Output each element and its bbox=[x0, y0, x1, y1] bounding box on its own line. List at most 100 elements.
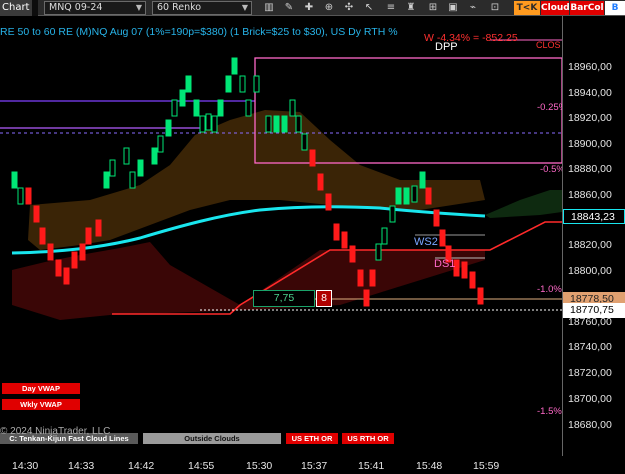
camera-icon[interactable]: ▣ bbox=[446, 2, 460, 14]
renko-up-brick bbox=[225, 75, 232, 93]
chart-title: RE 50 to 60 RE (M)NQ Aug 07 (1%=190p=$38… bbox=[0, 26, 398, 38]
crosshair-icon[interactable]: ✚ bbox=[302, 2, 316, 14]
price-tick-label: 18740,00 bbox=[568, 341, 612, 353]
renko-up-brick bbox=[411, 185, 418, 203]
price-tick-label: 18700,00 bbox=[568, 393, 612, 405]
renko-down-brick bbox=[317, 173, 324, 191]
renko-up-brick bbox=[165, 119, 172, 137]
tk-toggle-button[interactable]: T<K bbox=[514, 1, 540, 15]
renko-down-brick bbox=[63, 267, 70, 285]
chart-toolbar: Chart MNQ 09-24 ▼ 60 Renko ▼ ▥ ✎ ✚ ⊕ ✣ ↖… bbox=[0, 0, 625, 27]
bvw-toggle-button[interactable]: B VW bbox=[605, 1, 625, 27]
cloud-green bbox=[485, 190, 562, 218]
renko-up-brick bbox=[375, 243, 382, 261]
toolbar-separator bbox=[32, 0, 38, 16]
renko-up-brick bbox=[295, 115, 302, 133]
renko-up-brick bbox=[103, 171, 110, 189]
chart-tab-label[interactable]: Chart bbox=[0, 0, 32, 16]
day-vwap-button[interactable]: Day VWAP bbox=[2, 383, 80, 394]
renko-down-brick bbox=[333, 223, 340, 241]
ws2-label: WS2 bbox=[414, 236, 438, 248]
copyright-text: © 2024 NinjaTrader, LLC bbox=[0, 426, 111, 437]
price-chart[interactable] bbox=[0, 16, 562, 456]
zoom-icon[interactable]: ⊕ bbox=[322, 2, 336, 14]
time-tick-label: 15:37 bbox=[301, 460, 328, 472]
renko-up-brick bbox=[419, 171, 426, 189]
renko-down-brick bbox=[369, 269, 376, 287]
price-tick-label: 18720,00 bbox=[568, 367, 612, 379]
renko-up-brick bbox=[265, 115, 272, 133]
renko-up-brick bbox=[171, 99, 178, 117]
magnet-icon[interactable]: ✣ bbox=[342, 2, 356, 14]
strategy-icon[interactable]: ♜ bbox=[404, 2, 418, 14]
renko-down-brick bbox=[357, 269, 364, 287]
renko-down-brick bbox=[477, 287, 484, 305]
renko-up-brick bbox=[157, 135, 164, 153]
renko-down-brick bbox=[95, 219, 102, 237]
time-tick-label: 14:33 bbox=[68, 460, 95, 472]
draw-icon[interactable]: ✎ bbox=[282, 2, 296, 14]
renko-up-brick bbox=[199, 115, 206, 133]
price-tick-label: 18820,00 bbox=[568, 239, 612, 251]
last-price-marker: 18770,75 bbox=[563, 303, 625, 318]
renko-up-brick bbox=[253, 75, 260, 93]
renko-down-brick bbox=[39, 227, 46, 245]
price-tick-label: 18960,00 bbox=[568, 61, 612, 73]
renko-up-brick bbox=[381, 227, 388, 245]
renko-up-brick bbox=[11, 171, 18, 189]
clos-label: CLOS bbox=[536, 40, 561, 50]
renko-down-brick bbox=[309, 149, 316, 167]
timeframe-icon[interactable]: ⊞ bbox=[426, 2, 440, 14]
renko-down-brick bbox=[71, 251, 78, 269]
renko-up-brick bbox=[109, 159, 116, 177]
renko-down-brick bbox=[439, 229, 446, 247]
renko-up-brick bbox=[185, 75, 192, 93]
layout-icon[interactable]: ⊡ bbox=[488, 2, 502, 14]
position-quantity[interactable]: 7,75 bbox=[253, 290, 315, 307]
instrument-selector[interactable]: MNQ 09-24 ▼ bbox=[44, 1, 146, 15]
renko-down-brick bbox=[469, 271, 476, 289]
price-tick-label: 18860,00 bbox=[568, 189, 612, 201]
renko-up-brick bbox=[281, 115, 288, 133]
price-tick-label: 18800,00 bbox=[568, 265, 612, 277]
renko-down-brick bbox=[325, 193, 332, 211]
renko-down-brick bbox=[33, 205, 40, 223]
barcol-toggle-button[interactable]: BarCol bbox=[570, 1, 604, 15]
cloud-toggle-button[interactable]: Cloud bbox=[541, 1, 570, 15]
renko-down-brick bbox=[461, 261, 468, 279]
renko-up-brick bbox=[239, 75, 246, 93]
arrow-icon[interactable]: ↖ bbox=[362, 2, 376, 14]
time-tick-label: 14:55 bbox=[188, 460, 215, 472]
price-tick-label: 18940,00 bbox=[568, 87, 612, 99]
renko-up-brick bbox=[123, 147, 130, 165]
renko-up-brick bbox=[217, 99, 224, 117]
more-icon[interactable]: ⌁ bbox=[466, 2, 480, 14]
time-tick-label: 15:30 bbox=[246, 460, 273, 472]
current-price-marker: 18843,23 bbox=[563, 209, 625, 224]
us-eth-or-button[interactable]: US ETH OR bbox=[286, 433, 338, 444]
renko-up-brick bbox=[193, 99, 200, 117]
price-tick-label: 18920,00 bbox=[568, 112, 612, 124]
renko-down-brick bbox=[47, 243, 54, 261]
us-rth-or-button[interactable]: US RTH OR bbox=[342, 433, 394, 444]
renko-up-brick bbox=[389, 205, 396, 223]
pct-label-10: -1.0% bbox=[537, 284, 562, 295]
renko-up-brick bbox=[403, 187, 410, 205]
bar-type-selector[interactable]: 60 Renko ▼ bbox=[152, 1, 252, 15]
price-tick-label: 18880,00 bbox=[568, 163, 612, 175]
renko-up-brick bbox=[129, 171, 136, 189]
properties-icon[interactable]: ≡ bbox=[384, 2, 398, 14]
renko-down-brick bbox=[433, 209, 440, 227]
position-count[interactable]: 8 bbox=[316, 290, 332, 307]
ds1-label: DS1 bbox=[434, 258, 456, 270]
renko-down-brick bbox=[85, 227, 92, 245]
bar-style-icon[interactable]: ▥ bbox=[262, 2, 276, 14]
renko-up-brick bbox=[301, 133, 308, 151]
wkly-vwap-button[interactable]: Wkly VWAP bbox=[2, 399, 80, 410]
price-axis[interactable] bbox=[562, 16, 625, 456]
outside-clouds-button[interactable]: Outside Clouds bbox=[143, 433, 281, 444]
renko-down-brick bbox=[25, 187, 32, 205]
renko-up-brick bbox=[151, 147, 158, 165]
time-tick-label: 15:48 bbox=[416, 460, 443, 472]
renko-up-brick bbox=[17, 187, 24, 205]
